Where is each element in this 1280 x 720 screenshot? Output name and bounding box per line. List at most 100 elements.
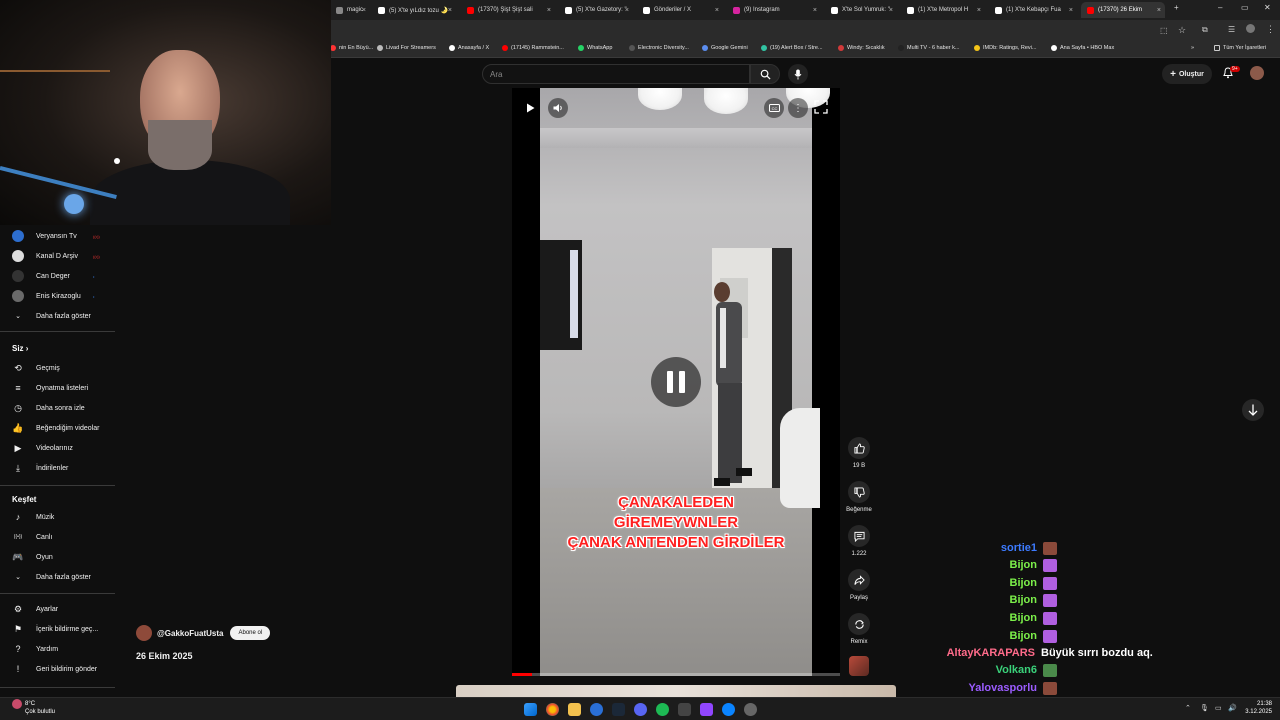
windows-start-icon[interactable] [524,703,537,716]
bookmark-item[interactable]: Windy: Sıcaklık [838,45,885,51]
video-progress-bar[interactable] [512,673,840,676]
bookmark-item[interactable]: Multi TV - 6 haber k... [898,45,959,51]
install-app-icon[interactable]: ⬚ [1160,26,1168,35]
subscription-channel[interactable]: Can Deger [12,269,70,283]
tab-close-icon[interactable]: × [362,7,366,14]
sidebar-item-watch-later[interactable]: ◷ Daha sonra izle [12,401,85,415]
sidebar-item-music[interactable]: ♪ Müzik [12,510,55,524]
share-button[interactable]: Paylaş [846,569,872,601]
sidebar-item-downloads[interactable]: ⤓ İndirilenler [12,461,68,475]
shorts-video-player[interactable]: ÇANAKALEDEN GİREMEYWNLER ÇANAK ANTENDEN … [512,88,840,676]
show-more-subscriptions[interactable]: ⌄ Daha fazla göster [12,309,91,323]
calculator-icon[interactable] [678,703,691,716]
maximize-window-button[interactable]: ▭ [1241,3,1249,12]
tab-close-icon[interactable]: × [1069,7,1073,14]
tab-close-icon[interactable]: × [625,7,629,14]
tab-close-icon[interactable]: × [889,7,893,14]
taskbar-clock[interactable]: 21:38 3.12.2025 [1238,700,1272,716]
speaker-icon[interactable]: 🔊 [1228,704,1237,712]
channel-avatar[interactable] [136,625,152,641]
browser-tab[interactable]: (17370) 26 Ekim × [1081,2,1165,18]
browser-tab[interactable]: (5) X'te yıLdız tozu 🌛 × [372,2,456,18]
tab-close-icon[interactable]: × [813,7,817,14]
bookmark-item[interactable]: nin En Büyü... [330,45,373,51]
comments-button[interactable]: 1.222 [846,525,872,557]
sidebar-item-send-feedback[interactable]: ! Geri bildirim gönder [12,662,97,676]
spotify-icon[interactable] [656,703,669,716]
sidebar-item-your-videos[interactable]: ▶ Videolarınız [12,441,73,455]
subscription-channel[interactable]: Kanal D Arşiv [12,249,78,263]
chrome-icon[interactable] [546,703,559,716]
new-tab-button[interactable]: + [1174,3,1179,12]
browser-tab[interactable]: (17370) Şişt Şişt sali × [461,2,555,18]
sidebar-item-help[interactable]: ? Yardım [12,642,58,656]
tray-overflow-icon[interactable]: ⌃ [1185,704,1191,712]
app-icon[interactable] [722,703,735,716]
file-explorer-icon[interactable] [568,703,581,716]
volume-button[interactable] [548,98,568,118]
obs-icon[interactable] [744,703,757,716]
bookmark-item[interactable]: Anasayfa / X [449,45,489,51]
search-input[interactable]: Ara [482,64,750,84]
account-avatar[interactable] [1250,66,1264,80]
network-icon[interactable]: ▭ [1215,704,1222,712]
like-button[interactable]: 19 B [846,437,872,469]
tab-close-icon[interactable]: × [715,7,719,14]
browser-tab[interactable]: Gönderiler / X × [637,2,723,18]
browser-tab[interactable]: (1) X'te Kebapçı Fua × [989,2,1077,18]
play-button[interactable] [520,98,540,118]
channel-handle[interactable]: @GakkoFuatUsta [157,629,223,638]
tab-close-icon[interactable]: × [448,7,452,14]
browser-tab[interactable]: (9) Instagram × [727,2,821,18]
browser-tab[interactable]: X'te Sol Yumruk: " × [825,2,897,18]
sidebar-item-live[interactable]: ((•)) Canlı [12,530,53,544]
bookmarks-overflow-button[interactable]: » [1191,45,1194,51]
minimize-window-button[interactable]: – [1218,3,1222,12]
bookmark-item[interactable]: WhatsApp [578,45,612,51]
tab-close-icon[interactable]: × [977,7,981,14]
subscription-channel[interactable]: Veryansın Tv [12,229,77,243]
sidebar-item-history[interactable]: ⟲ Geçmiş [12,361,60,375]
microphone-tray-icon[interactable]: 🎙 [1200,704,1209,712]
create-button[interactable]: + Oluştur [1162,64,1212,84]
search-button[interactable] [750,64,780,84]
dislike-button[interactable]: Beğenme [846,481,872,513]
fullscreen-button[interactable] [814,100,828,119]
you-section-heading[interactable]: Siz › [12,344,28,353]
browser-tab[interactable]: magic × [330,2,370,18]
close-window-button[interactable]: ✕ [1264,3,1271,12]
bookmark-item[interactable]: (17145) Rammstein... [502,45,564,51]
profile-avatar-icon[interactable] [1246,24,1255,33]
bookmark-star-icon[interactable]: ☆ [1178,25,1186,36]
subscription-channel[interactable]: Enis Kirazoglu [12,289,81,303]
browser-menu-icon[interactable]: ⋮ [1266,24,1275,35]
extensions-icon[interactable]: ⧉ [1202,25,1208,35]
discord-icon[interactable] [634,703,647,716]
sidebar-item-settings[interactable]: ⚙ Ayarlar [12,602,58,616]
streaming-app-icon[interactable] [700,703,713,716]
bookmark-item[interactable]: Livad For Streamers [377,45,436,51]
sidebar-item-report-history[interactable]: ⚑ İçerik bildirme geç... [12,622,98,636]
voice-search-button[interactable] [788,64,808,84]
sidebar-item-playlists[interactable]: ≡ Oynatma listeleri [12,381,88,395]
bookmark-item[interactable]: (19) Alert Box / Stre... [761,45,823,51]
tab-close-icon[interactable]: × [1157,7,1161,14]
more-options-button[interactable]: ⋮ [788,98,808,118]
tab-search-icon[interactable]: ☰ [1228,25,1235,34]
sidebar-item-liked-videos[interactable]: 👍 Beğendiğim videolar [12,421,99,435]
steam-icon[interactable] [612,703,625,716]
edge-icon[interactable] [590,703,603,716]
tab-close-icon[interactable]: × [547,7,551,14]
bookmark-item[interactable]: Ana Sayfa • HBO Max [1051,45,1114,51]
audio-track-thumbnail[interactable] [849,656,869,676]
remix-button[interactable]: Remix [846,613,872,645]
bookmark-item[interactable]: Google Gemini [702,45,748,51]
browser-tab[interactable]: (1) X'te Metropol H × [901,2,985,18]
weather-widget[interactable]: 8°C Çok bulutlu [25,700,55,716]
show-more-explore[interactable]: ⌄ Daha fazla göster [12,570,91,584]
subscribe-button[interactable]: Abone ol [230,626,271,640]
all-bookmarks-button[interactable]: Tüm Yer İşaretleri [1214,45,1266,51]
browser-tab[interactable]: (5) X'te Gazetory: " × [559,2,633,18]
next-short-button[interactable] [1242,399,1264,421]
sidebar-item-gaming[interactable]: 🎮 Oyun [12,550,52,564]
